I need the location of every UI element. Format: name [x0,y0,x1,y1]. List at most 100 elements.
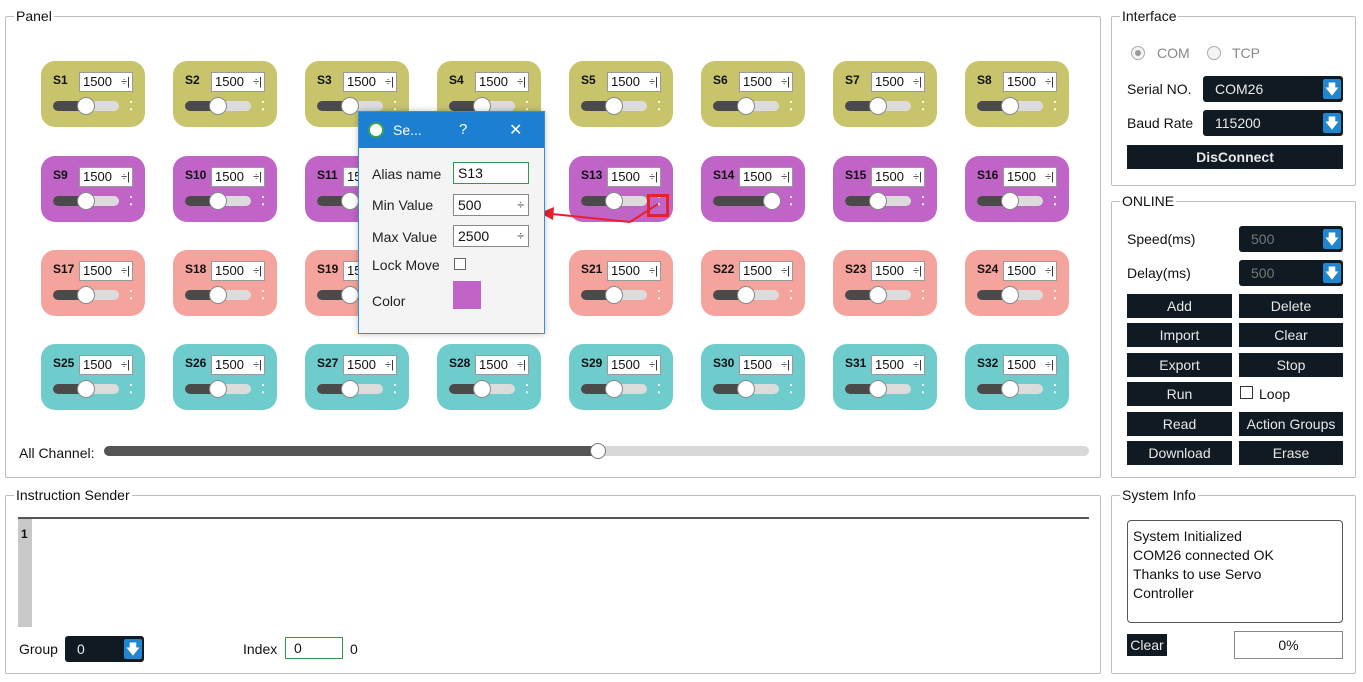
servo-slider-knob[interactable] [1001,286,1019,304]
servo-settings-icon[interactable]: ⁚ [1053,194,1057,208]
servo-slider-knob[interactable] [77,380,95,398]
stop-button[interactable]: Stop [1239,353,1343,377]
com-radio[interactable] [1131,46,1145,60]
servo-slider-knob[interactable] [605,380,623,398]
loop-checkbox[interactable] [1240,386,1253,399]
spin-arrows-icon[interactable]: ÷| [1045,262,1054,280]
servo-value-spinbox[interactable]: 1500 ÷| [739,167,793,187]
servo-settings-icon[interactable]: ⁚ [129,382,133,396]
servo-slider-knob[interactable] [77,286,95,304]
alias-name-input[interactable]: S13 [453,162,529,184]
servo-slider-knob[interactable] [605,286,623,304]
spin-arrows-icon[interactable]: ÷ [517,195,524,215]
servo-value-spinbox[interactable]: 1500 ÷| [211,355,265,375]
spin-arrows-icon[interactable]: ÷| [781,168,790,186]
servo-settings-icon[interactable]: ⁚ [657,288,661,302]
sysinfo-clear-button[interactable]: Clear [1127,634,1167,656]
spin-arrows-icon[interactable]: ÷| [913,356,922,374]
servo-settings-icon[interactable]: ⁚ [789,382,793,396]
servo-settings-icon[interactable]: ⁚ [657,99,661,113]
spin-arrows-icon[interactable]: ÷| [517,356,526,374]
servo-value-spinbox[interactable]: 1500 ÷| [1003,72,1057,92]
servo-value-spinbox[interactable]: 1500 ÷| [739,355,793,375]
servo-value-spinbox[interactable]: 1500 ÷| [607,355,661,375]
servo-value-spinbox[interactable]: 1500 ÷| [211,72,265,92]
servo-slider-knob[interactable] [341,97,359,115]
servo-slider-knob[interactable] [737,97,755,115]
dialog-titlebar[interactable]: Se... ? ✕ [359,112,544,148]
servo-settings-icon[interactable]: ⁚ [1053,288,1057,302]
servo-settings-icon[interactable]: ⁚ [261,288,265,302]
servo-slider-knob[interactable] [209,97,227,115]
spin-arrows-icon[interactable]: ÷| [913,262,922,280]
servo-slider-knob[interactable] [737,286,755,304]
servo-settings-icon[interactable]: ⁚ [1053,99,1057,113]
spin-arrows-icon[interactable]: ÷| [121,168,130,186]
spin-arrows-icon[interactable]: ÷| [385,356,394,374]
servo-value-spinbox[interactable]: 1500 ÷| [739,72,793,92]
clear-button[interactable]: Clear [1239,323,1343,347]
servo-slider-knob[interactable] [473,380,491,398]
lock-move-checkbox[interactable] [454,258,466,270]
servo-value-spinbox[interactable]: 1500 ÷| [1003,261,1057,281]
color-swatch[interactable] [453,281,481,309]
servo-settings-icon[interactable]: ⁚ [789,288,793,302]
servo-slider-knob[interactable] [341,380,359,398]
spin-arrows-icon[interactable]: ÷| [649,262,658,280]
speed-spinbox[interactable]: 500 🡇 [1239,226,1343,252]
index-input[interactable]: 0 [285,637,343,659]
servo-slider-knob[interactable] [869,286,887,304]
spin-arrows-icon[interactable]: ÷| [121,73,130,91]
spin-arrows-icon[interactable]: ÷| [781,262,790,280]
spin-arrows-icon[interactable]: ÷| [781,356,790,374]
servo-value-spinbox[interactable]: 1500 ÷| [79,261,133,281]
servo-value-spinbox[interactable]: 1500 ÷| [871,72,925,92]
servo-slider-knob[interactable] [763,192,781,210]
servo-settings-icon[interactable]: ⁚ [657,382,661,396]
spin-arrows-icon[interactable]: ÷| [121,262,130,280]
servo-settings-icon[interactable]: ⁚ [129,194,133,208]
spin-arrows-icon[interactable]: ÷| [121,356,130,374]
servo-value-spinbox[interactable]: 1500 ÷| [475,355,529,375]
tcp-radio[interactable] [1207,46,1221,60]
servo-slider-knob[interactable] [1001,97,1019,115]
servo-value-spinbox[interactable]: 1500 ÷| [607,167,661,187]
spin-arrows-icon[interactable]: ÷| [649,73,658,91]
servo-value-spinbox[interactable]: 1500 ÷| [871,167,925,187]
servo-slider-knob[interactable] [869,192,887,210]
spin-arrows-icon[interactable]: ÷| [1045,168,1054,186]
servo-slider-knob[interactable] [77,192,95,210]
spin-arrows-icon[interactable]: ÷| [913,168,922,186]
servo-slider-knob[interactable] [209,192,227,210]
all-channel-slider-knob[interactable] [590,443,606,459]
servo-slider-knob[interactable] [341,286,359,304]
instruction-editor[interactable]: 1 [18,517,1089,627]
servo-value-spinbox[interactable]: 1500 ÷| [343,355,397,375]
servo-value-spinbox[interactable]: 1500 ÷| [475,72,529,92]
spin-arrows-icon[interactable]: ÷| [253,73,262,91]
servo-value-spinbox[interactable]: 1500 ÷| [871,261,925,281]
min-value-spinbox[interactable]: 500 ÷ [453,194,529,216]
servo-value-spinbox[interactable]: 1500 ÷| [1003,355,1057,375]
delay-spinbox[interactable]: 500 🡇 [1239,260,1343,286]
servo-value-spinbox[interactable]: 1500 ÷| [211,167,265,187]
servo-value-spinbox[interactable]: 1500 ÷| [79,167,133,187]
servo-value-spinbox[interactable]: 1500 ÷| [739,261,793,281]
download-button[interactable]: Download [1127,441,1232,465]
spin-arrows-icon[interactable]: ÷| [649,356,658,374]
servo-slider-knob[interactable] [737,380,755,398]
servo-slider-knob[interactable] [1001,192,1019,210]
servo-value-spinbox[interactable]: 1500 ÷| [607,72,661,92]
servo-settings-icon[interactable]: ⁚ [921,288,925,302]
servo-slider-knob[interactable] [77,97,95,115]
servo-settings-icon[interactable]: ⁚ [261,99,265,113]
action-groups-button[interactable]: Action Groups [1239,412,1343,436]
disconnect-button[interactable]: DisConnect [1127,145,1343,169]
servo-settings-icon[interactable]: ⁚ [921,99,925,113]
spin-arrows-icon[interactable]: ÷| [253,262,262,280]
servo-settings-icon[interactable]: ⁚ [393,382,397,396]
export-button[interactable]: Export [1127,353,1232,377]
add-button[interactable]: Add [1127,294,1232,318]
servo-value-spinbox[interactable]: 1500 ÷| [79,355,133,375]
servo-value-spinbox[interactable]: 1500 ÷| [1003,167,1057,187]
